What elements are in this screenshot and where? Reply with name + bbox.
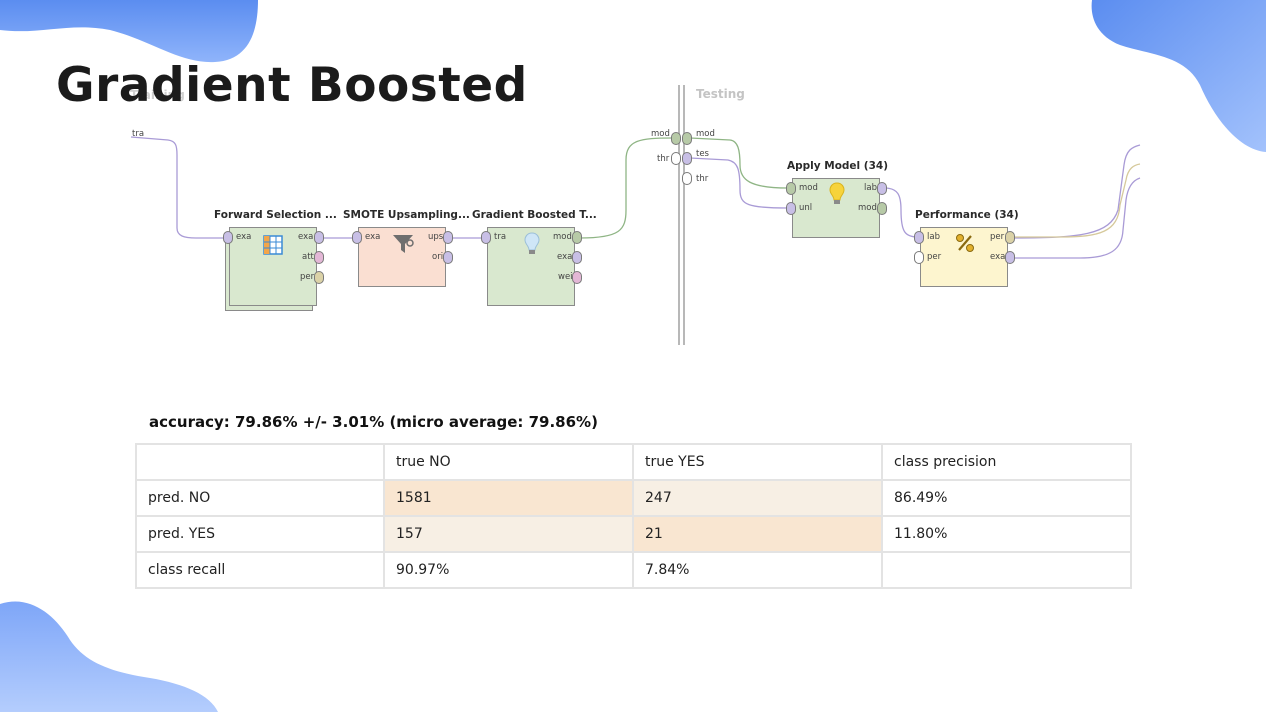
operator-output-port[interactable]	[443, 251, 453, 264]
operator-title: SMOTE Upsampling...	[343, 209, 470, 221]
operator-output-port[interactable]	[1005, 231, 1015, 244]
table-cell: 157	[383, 515, 634, 553]
port-label: exa	[298, 232, 314, 242]
operator-title: Apply Model (34)	[787, 160, 889, 172]
percent-icon	[956, 234, 974, 252]
operator-output-port[interactable]	[443, 231, 453, 244]
table-header-cell: true NO	[383, 443, 634, 481]
port-label: wei	[558, 272, 573, 282]
operator-input-port[interactable]	[352, 231, 362, 244]
operator-title: Performance (34)	[915, 209, 1019, 221]
table-cell: 90.97%	[383, 551, 634, 589]
process-canvas: Training Testing tra mod thr mod tes thr…	[0, 0, 1266, 360]
divider-out-port-label: thr	[696, 174, 709, 184]
slide-title: Gradient Boosted	[56, 58, 528, 113]
table-header-row: true NO true YES class precision	[135, 443, 1132, 481]
operator-output-port[interactable]	[572, 231, 582, 244]
table-cell	[881, 551, 1132, 589]
operator-output-port[interactable]	[1005, 251, 1015, 264]
table-header-cell: class precision	[881, 443, 1132, 481]
operator-input-port[interactable]	[914, 251, 924, 264]
operator-output-port[interactable]	[314, 271, 324, 284]
bottom-left-blob	[0, 601, 218, 712]
table-cell: 247	[632, 479, 883, 517]
divider-out-port[interactable]	[682, 152, 692, 165]
port-label: att	[302, 252, 314, 262]
divider-in-port-label: thr	[657, 154, 670, 164]
divider-out-port[interactable]	[682, 172, 692, 185]
operator-output-port[interactable]	[572, 251, 582, 264]
operator-input-port[interactable]	[914, 231, 924, 244]
accuracy-summary: accuracy: 79.86% +/- 3.01% (micro averag…	[149, 413, 598, 431]
port-label: exa	[365, 232, 381, 242]
table-header-cell: true YES	[632, 443, 883, 481]
row-label-cell: class recall	[135, 551, 385, 589]
port-label: unl	[799, 203, 813, 213]
divider-in-port-label: mod	[651, 129, 670, 139]
port-label: exa	[236, 232, 252, 242]
table-cell: 7.84%	[632, 551, 883, 589]
operator-input-port[interactable]	[786, 182, 796, 195]
port-label: lab	[927, 232, 940, 242]
operator-output-port[interactable]	[572, 271, 582, 284]
port-label: mod	[858, 203, 877, 213]
table-cell: 11.80%	[881, 515, 1132, 553]
port-label: mod	[553, 232, 572, 242]
operator-input-port[interactable]	[786, 202, 796, 215]
operator-output-port[interactable]	[877, 182, 887, 195]
port-label: exa	[557, 252, 573, 262]
port-label: tra	[494, 232, 507, 242]
divider-in-port[interactable]	[671, 132, 681, 145]
port-label: per	[927, 252, 942, 262]
operator-title: Forward Selection ...	[214, 209, 337, 221]
port-label: per	[990, 232, 1005, 242]
table-cell: 21	[632, 515, 883, 553]
lightbulb-icon	[524, 232, 540, 254]
table-header-cell	[135, 443, 385, 481]
operator-output-port[interactable]	[314, 251, 324, 264]
port-label: mod	[799, 183, 818, 193]
operator-input-port[interactable]	[223, 231, 233, 244]
table-icon	[263, 235, 283, 255]
divider-out-port-label: tes	[696, 149, 709, 159]
table-row: pred. YES 157 21 11.80%	[135, 515, 1132, 553]
confusion-matrix-table: true NO true YES class precision pred. N…	[135, 443, 1132, 589]
port-label: per	[300, 272, 315, 282]
operator-input-port[interactable]	[481, 231, 491, 244]
filter-icon	[393, 235, 414, 253]
divider-out-port[interactable]	[682, 132, 692, 145]
operator-title: Gradient Boosted T...	[472, 209, 597, 221]
table-cell: 86.49%	[881, 479, 1132, 517]
table-row: class recall 90.97% 7.84%	[135, 551, 1132, 589]
table-row: pred. NO 1581 247 86.49%	[135, 479, 1132, 517]
lightbulb-icon	[829, 182, 845, 204]
operator-output-port[interactable]	[877, 202, 887, 215]
port-label: ori	[432, 252, 444, 262]
connection-lines	[130, 85, 1141, 345]
operator-output-port[interactable]	[314, 231, 324, 244]
row-label-cell: pred. NO	[135, 479, 385, 517]
port-label: lab	[864, 183, 877, 193]
divider-out-port-label: mod	[696, 129, 715, 139]
row-label-cell: pred. YES	[135, 515, 385, 553]
source-port-label: tra	[132, 129, 145, 139]
divider-in-port[interactable]	[671, 152, 681, 165]
table-cell: 1581	[383, 479, 634, 517]
port-label: ups	[428, 232, 444, 242]
port-label: exa	[990, 252, 1006, 262]
